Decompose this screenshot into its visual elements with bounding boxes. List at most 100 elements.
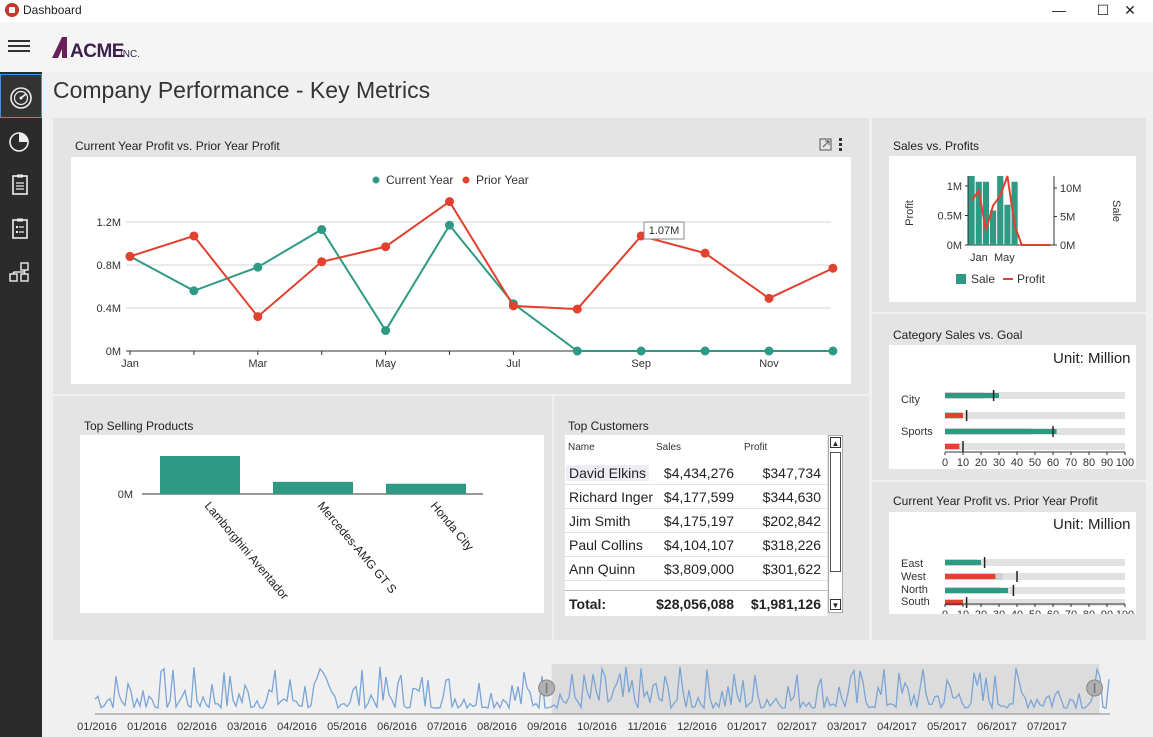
range-tick-label: 01/2017 <box>727 721 767 733</box>
category-label: West <box>901 571 926 583</box>
customer-sales: $3,809,000 <box>663 561 734 577</box>
data-point <box>700 346 710 356</box>
top-customers-title: Top Customers <box>568 419 649 433</box>
sale-bar <box>968 176 975 245</box>
x-tick-label: 30 <box>993 609 1005 614</box>
legend-marker-sale <box>956 274 966 284</box>
close-button[interactable]: ✕ <box>1107 0 1153 22</box>
x-tick-label: Nov <box>759 358 779 370</box>
range-tick-label: 05/2016 <box>327 721 367 733</box>
x-tick-label: 10 <box>957 609 969 614</box>
table-row[interactable]: Richard Inger $4,177,599 $344,630 <box>565 485 827 509</box>
x-tick-label: 30 <box>993 457 1005 469</box>
minimize-button[interactable]: — <box>1036 0 1082 22</box>
table-row[interactable]: Jim Smith $4,175,197 $202,842 <box>565 509 827 533</box>
range-tick-label: 11/2016 <box>628 721 667 733</box>
range-tick-label: 01/2016 <box>127 721 167 733</box>
y-right-tick: 10M <box>1060 183 1081 195</box>
customer-profit: $301,622 <box>762 561 821 577</box>
y-tick-label: 0M <box>118 489 133 501</box>
sales-profits-chart: 0M0.5M1M0M5M10MJan MayProfit SaleSale Profi… <box>904 175 1122 286</box>
bullet-actual <box>945 429 1057 434</box>
range-tick-label: 04/2017 <box>877 721 917 733</box>
sidebar-item-reports[interactable] <box>0 162 42 206</box>
range-tick-label: 03/2017 <box>827 721 867 733</box>
profit-chart-toolbar <box>819 138 842 151</box>
column-header-profit[interactable]: Profit <box>744 442 767 453</box>
customers-scrollbar[interactable]: ▲ ▼ <box>828 435 843 613</box>
category-label: East <box>901 558 923 570</box>
legend-label: Profit <box>1017 272 1046 286</box>
x-tick-label: 50 <box>1029 457 1041 469</box>
x-tick-label: 50 <box>1029 609 1041 614</box>
customer-name: David Elkins <box>566 465 650 481</box>
range-tick-label: 02/2017 <box>777 721 817 733</box>
y-left-tick: 1M <box>947 181 962 193</box>
sidebar-item-dashboard[interactable] <box>0 74 42 118</box>
legend-label: Current Year <box>386 173 453 187</box>
window-title: Dashboard <box>23 3 82 17</box>
hamburger-menu-icon[interactable] <box>8 40 30 54</box>
x-tick-label: 40 <box>1011 609 1023 614</box>
data-point <box>700 248 710 258</box>
range-tick-label: 04/2016 <box>277 721 317 733</box>
sidebar-item-tasks[interactable] <box>0 206 42 250</box>
region-unit-label: Unit: Million <box>1053 516 1131 533</box>
date-range-selector[interactable]: 01/2016 01/2016 02/2016 03/2016 04/2016 05/20… <box>60 662 1150 737</box>
hierarchy-icon <box>9 262 29 282</box>
y-left-tick: 0M <box>947 240 962 252</box>
sale-bar <box>1004 204 1011 245</box>
logo-text: ACME <box>70 41 124 60</box>
customer-name: Richard Inger <box>569 489 654 505</box>
data-point <box>189 231 199 241</box>
sidebar <box>0 72 42 737</box>
x-tick-label: May <box>375 358 396 370</box>
legend-marker-prior <box>462 176 470 184</box>
table-row[interactable]: Ann Quinn $3,809,000 $301,622 <box>565 557 827 581</box>
sidebar-item-analytics[interactable] <box>0 118 42 162</box>
category-label: North <box>901 584 928 596</box>
table-row[interactable]: Paul Collins $4,104,107 $318,226 <box>565 533 827 557</box>
expand-icon[interactable] <box>819 138 832 151</box>
more-options-icon[interactable] <box>839 138 842 151</box>
sidebar-item-organization[interactable] <box>0 250 42 294</box>
x-tick-label: Jan <box>970 252 988 264</box>
table-row[interactable]: David Elkins $4,434,276 $347,734 <box>565 461 827 485</box>
bullet-actual <box>945 444 960 449</box>
legend-marker-current <box>372 176 380 184</box>
column-header-sales[interactable]: Sales <box>656 442 681 453</box>
pie-chart-icon <box>9 132 29 152</box>
y-tick-label: 1.2M <box>97 217 121 229</box>
profit-line-chart: 0M 0.4M 0.8M 1.2M Jan Mar May Jul Sep Nov Current … <box>97 173 838 370</box>
range-tick-label: 07/2017 <box>1027 721 1067 733</box>
scroll-up-icon[interactable]: ▲ <box>830 437 841 448</box>
tooltip-text: 1.07M <box>649 225 680 237</box>
y-right-tick: 5M <box>1060 212 1075 224</box>
y-axis-label: Profit <box>904 200 916 226</box>
range-tick-label: 05/2017 <box>927 721 967 733</box>
bullet-actual <box>945 413 963 418</box>
data-point <box>317 257 327 267</box>
y-left-tick: 0.5M <box>938 211 962 223</box>
customer-sales: $4,104,107 <box>663 537 734 553</box>
top-products-card: 0M Lamborghini Aventador Mercedes-AMG GT S… <box>80 435 544 613</box>
column-header-name[interactable]: Name <box>568 442 595 453</box>
customer-profit: $347,734 <box>762 465 821 481</box>
top-customers-table: Name Sales Profit David Elkins $4,434,27… <box>565 435 827 615</box>
category-label: South <box>901 596 930 608</box>
profit-chart-title: Current Year Profit vs. Prior Year Profi… <box>75 139 280 153</box>
data-point <box>381 242 391 252</box>
scroll-down-icon[interactable]: ▼ <box>830 599 841 610</box>
customer-profit: $344,630 <box>762 489 821 505</box>
logo-sub-text: INC. <box>120 49 140 60</box>
series-line-1 <box>129 200 834 319</box>
x-tick-label: 0 <box>942 457 948 469</box>
product-bar <box>160 456 240 494</box>
bullet-actual <box>945 560 981 565</box>
customer-sales: $4,434,276 <box>663 465 734 481</box>
customer-name: Ann Quinn <box>569 561 636 577</box>
scrollbar-thumb[interactable] <box>830 452 841 572</box>
data-point <box>828 263 838 273</box>
total-sales: $28,056,088 <box>656 596 734 612</box>
data-point <box>125 251 135 261</box>
